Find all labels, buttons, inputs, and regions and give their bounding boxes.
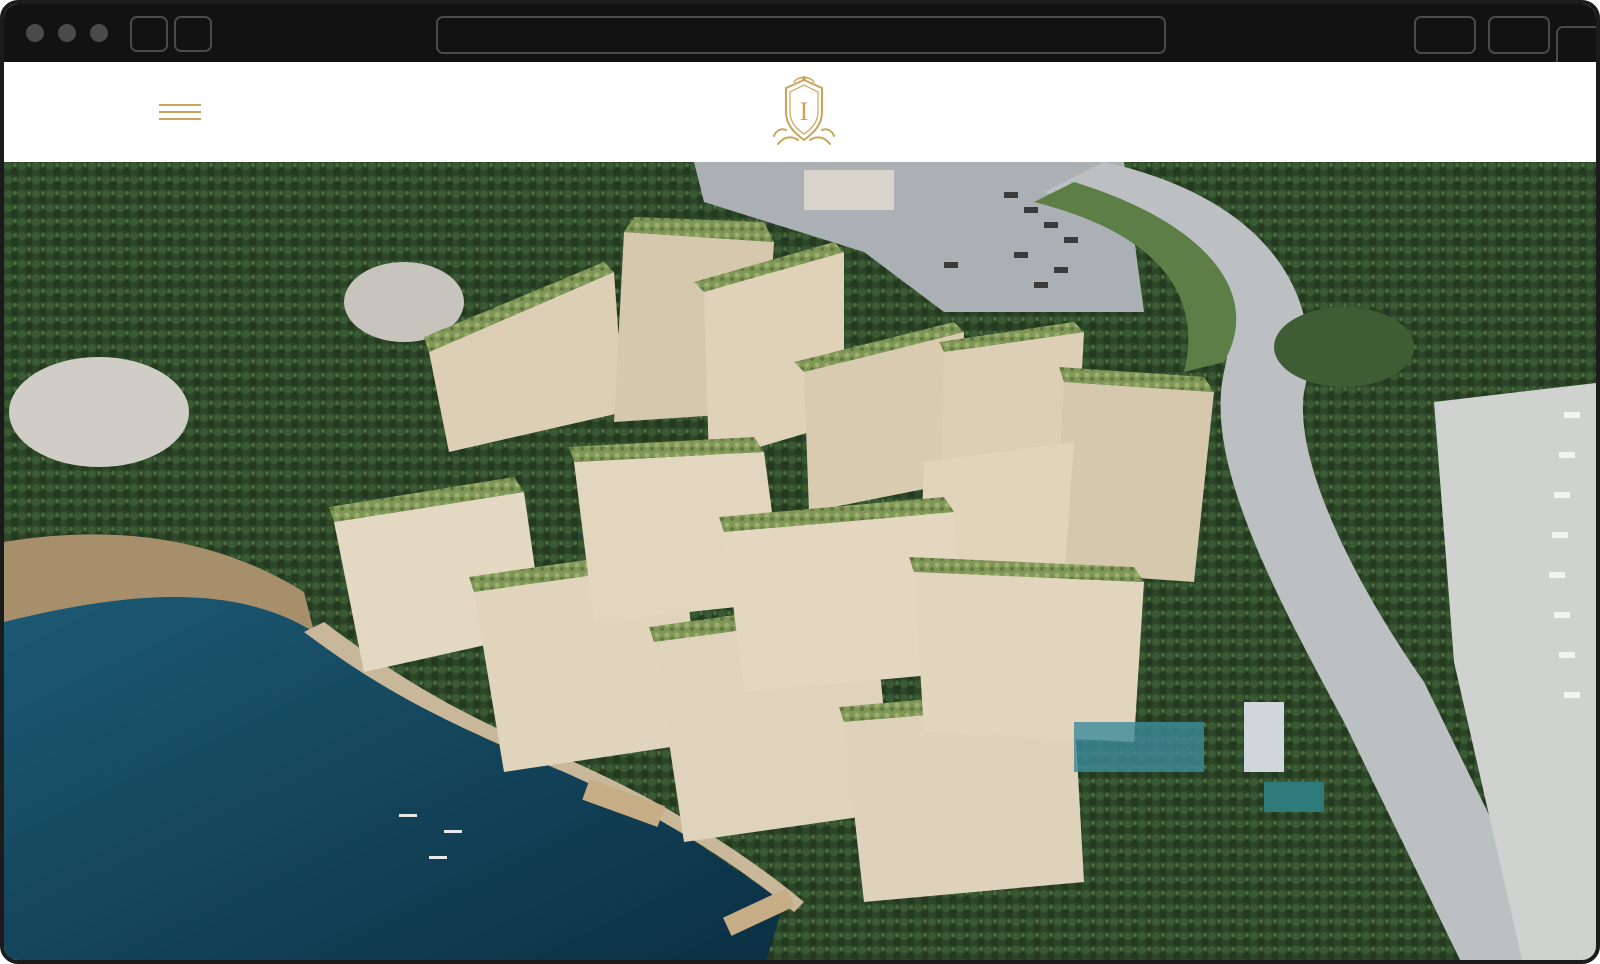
aerial-render-image bbox=[4, 162, 1596, 960]
tab-overview-button[interactable] bbox=[1556, 26, 1596, 66]
close-window-button[interactable] bbox=[26, 24, 44, 42]
maximize-window-button[interactable] bbox=[90, 24, 108, 42]
address-bar[interactable] bbox=[436, 16, 1166, 54]
minimize-window-button[interactable] bbox=[58, 24, 76, 42]
browser-window: I bbox=[0, 0, 1600, 964]
forward-button[interactable] bbox=[174, 16, 212, 52]
hero-aerial-render bbox=[4, 162, 1596, 960]
new-tab-button[interactable] bbox=[1488, 16, 1550, 54]
share-button[interactable] bbox=[1414, 16, 1476, 54]
site-header: I bbox=[4, 62, 1596, 162]
back-button[interactable] bbox=[130, 16, 168, 52]
browser-toolbar bbox=[4, 4, 1596, 66]
logo-letter: I bbox=[800, 97, 809, 126]
crest-monogram-icon[interactable]: I bbox=[764, 74, 844, 154]
hamburger-menu-icon[interactable] bbox=[159, 102, 203, 124]
